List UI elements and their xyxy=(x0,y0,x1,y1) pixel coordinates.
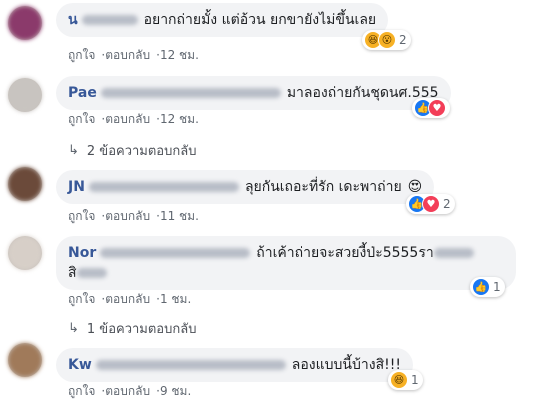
reply-link[interactable]: ตอบกลับ xyxy=(105,292,150,306)
reply-link[interactable]: ตอบกลับ xyxy=(105,112,150,126)
avatar[interactable] xyxy=(8,167,42,201)
love-eyes-emoji: 😍 xyxy=(407,179,423,195)
blurred-name xyxy=(100,248,251,258)
reaction-summary[interactable]: 😆 1 xyxy=(388,370,423,390)
blurred-name xyxy=(88,182,239,192)
comment-actions: ถูกใจ ·ตอบกลับ ·11 ชม. xyxy=(68,207,199,226)
comment-bubble: Pae มาลองถ่ายกันชุดนศ.555 xyxy=(56,76,451,110)
love-icon: ♥ xyxy=(422,195,440,213)
reaction-summary[interactable]: 👍 ♥ xyxy=(412,98,450,118)
commenter-name[interactable]: Nor xyxy=(68,245,96,261)
wow-icon: 😮 xyxy=(378,31,396,49)
comment-text: ถ้าเค้าถ่ายจะสวยงี้ป่ะ5555รา xyxy=(256,245,434,261)
comment-bubble: น อยากถ่ายมั้ง แต่อ้วน ยกขายังไม่ขึ้นเลย xyxy=(56,3,389,37)
commenter-name[interactable]: น xyxy=(68,12,78,28)
comment-bubble: Nor ถ้าเค้าถ่ายจะสวยงี้ป่ะ5555รา สิ xyxy=(56,236,516,290)
view-replies-link[interactable]: ↳ 2 ข้อความตอบกลับ xyxy=(68,140,196,161)
replies-count-label[interactable]: 2 ข้อความตอบกลับ xyxy=(87,140,197,161)
blurred-name xyxy=(81,15,138,25)
commenter-name[interactable]: JN xyxy=(68,179,85,195)
commenter-name[interactable]: Kw xyxy=(68,357,92,373)
blurred-text xyxy=(433,248,474,258)
timestamp[interactable]: 12 ชม. xyxy=(160,112,199,126)
comment-bubble: JN ลุยกันเถอะที่รัก เดะพาถ่าย 😍 xyxy=(56,170,435,204)
like-link[interactable]: ถูกใจ xyxy=(68,48,95,62)
timestamp[interactable]: 11 ชม. xyxy=(160,209,199,223)
comment-text: ลุยกันเถอะที่รัก เดะพาถ่าย xyxy=(244,179,402,195)
love-icon: ♥ xyxy=(428,99,446,117)
reply-arrow-icon: ↳ xyxy=(68,321,79,336)
reply-link[interactable]: ตอบกลับ xyxy=(105,209,150,223)
like-link[interactable]: ถูกใจ xyxy=(68,292,95,306)
reaction-count: 1 xyxy=(411,373,419,387)
reaction-count: 1 xyxy=(493,280,501,294)
like-icon: 👍 xyxy=(472,278,490,296)
comment-text: อยากถ่ายมั้ง แต่อ้วน ยกขายังไม่ขึ้นเลย xyxy=(143,12,377,28)
comment-bubble: Kw ลองแบบนี้บ้างสิ!!! xyxy=(56,348,413,382)
like-link[interactable]: ถูกใจ xyxy=(68,112,95,126)
haha-icon: 😆 xyxy=(390,371,408,389)
reaction-count: 2 xyxy=(443,197,451,211)
reaction-count: 2 xyxy=(399,33,407,47)
reply-link[interactable]: ตอบกลับ xyxy=(105,48,150,62)
blurred-name xyxy=(95,360,286,370)
comment-actions: ถูกใจ ·ตอบกลับ ·1 ชม. xyxy=(68,290,191,309)
avatar[interactable] xyxy=(8,236,42,270)
view-replies-link[interactable]: ↳ 1 ข้อความตอบกลับ xyxy=(68,318,196,339)
avatar[interactable] xyxy=(8,6,42,40)
timestamp[interactable]: 12 ชม. xyxy=(160,48,199,62)
blurred-text xyxy=(76,268,107,278)
reaction-summary[interactable]: 😆 😮 2 xyxy=(362,30,411,50)
like-link[interactable]: ถูกใจ xyxy=(68,384,95,398)
comment-text: ลองแบบนี้บ้างสิ!!! xyxy=(291,357,401,373)
like-link[interactable]: ถูกใจ xyxy=(68,209,95,223)
comment-text-line2: สิ xyxy=(68,265,77,281)
reaction-summary[interactable]: 👍 ♥ 2 xyxy=(406,194,455,214)
reply-link[interactable]: ตอบกลับ xyxy=(105,384,150,398)
blurred-name xyxy=(100,88,281,98)
avatar[interactable] xyxy=(8,78,42,112)
replies-count-label[interactable]: 1 ข้อความตอบกลับ xyxy=(87,318,197,339)
avatar[interactable] xyxy=(8,343,42,377)
comment-actions: ถูกใจ ·ตอบกลับ ·12 ชม. xyxy=(68,110,199,129)
comment-actions: ถูกใจ ·ตอบกลับ ·12 ชม. xyxy=(68,46,199,65)
timestamp[interactable]: 1 ชม. xyxy=(160,292,191,306)
commenter-name[interactable]: Pae xyxy=(68,85,97,101)
comment-actions: ถูกใจ ·ตอบกลับ ·9 ชม. xyxy=(68,382,191,401)
reply-arrow-icon: ↳ xyxy=(68,143,79,158)
timestamp[interactable]: 9 ชม. xyxy=(160,384,191,398)
reaction-summary[interactable]: 👍 1 xyxy=(470,277,505,297)
